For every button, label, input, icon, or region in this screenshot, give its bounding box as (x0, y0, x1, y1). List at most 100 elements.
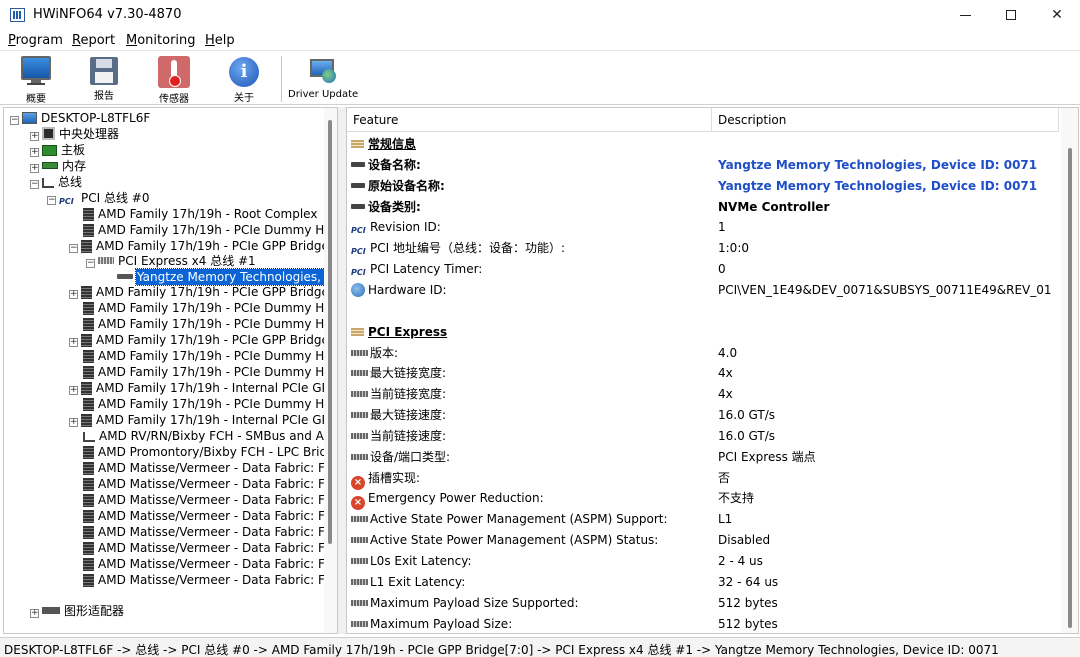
expand-icon[interactable]: + (69, 290, 78, 299)
detail-row[interactable]: L0s Exit Latency: 2 - 4 us (347, 551, 1057, 571)
tree-item-memory[interactable]: + 内存 (30, 158, 87, 174)
tree-item-device[interactable]: + AMD Family 17h/19h - Internal PCIe GPP (69, 380, 337, 396)
report-button[interactable]: 报告 (82, 54, 126, 104)
expand-icon[interactable]: + (69, 386, 78, 395)
menu-report[interactable]: Report (72, 33, 115, 48)
expand-icon[interactable]: + (30, 148, 39, 157)
menu-monitoring[interactable]: Monitoring (126, 33, 196, 48)
detail-row[interactable]: 当前链接速度: 16.0 GT/s (347, 426, 1057, 446)
menu-program[interactable]: Program (8, 33, 63, 48)
tree-item-device[interactable]: AMD Matisse/Vermeer - Data Fabric: Fun (69, 492, 337, 508)
tree-item-device[interactable]: AMD Matisse/Vermeer - Data Fabric: Fun (69, 460, 337, 476)
expand-icon[interactable]: + (30, 609, 39, 618)
section-header[interactable]: PCI Express (347, 322, 1057, 342)
collapse-icon[interactable]: − (86, 259, 95, 268)
detail-row[interactable]: 当前链接宽度: 4x (347, 384, 1057, 404)
tree-item-device[interactable]: + AMD Family 17h/19h - Internal PCIe GPP (69, 412, 337, 428)
tree-item-pcie-bus[interactable]: − PCI Express x4 总线 #1 (86, 253, 257, 269)
detail-row[interactable]: 设备/端口类型: PCI Express 端点 (347, 447, 1057, 467)
tree-scrollbar[interactable] (324, 108, 337, 633)
device-icon (83, 462, 94, 475)
pci-icon: PCI (59, 197, 74, 206)
detail-row[interactable]: 最大链接速度: 16.0 GT/s (347, 405, 1057, 425)
detail-row[interactable]: 版本: 4.0 (347, 343, 1057, 363)
feature-cell: Active State Power Management (ASPM) Sta… (351, 530, 658, 550)
detail-row[interactable]: PCI PCI 地址编号（总线：设备：功能）: 1:0:0 (347, 238, 1057, 258)
detail-row[interactable]: × Emergency Power Reduction: 不支持 (347, 488, 1057, 511)
driver-update-button[interactable]: Driver Update (288, 54, 358, 104)
tree-item-device[interactable]: AMD Matisse/Vermeer - Data Fabric: Fun (69, 540, 337, 556)
detail-row[interactable]: 原始设备名称: Yangtze Memory Technologies, Devi… (347, 176, 1057, 196)
tree-item-device[interactable]: AMD Family 17h/19h - PCIe Dummy Host (69, 222, 337, 238)
pci-icon: PCI (351, 268, 366, 278)
detail-row[interactable]: Maximum Payload Size: 512 bytes (347, 614, 1057, 633)
tree-item-device[interactable]: AMD Family 17h/19h - PCIe Dummy Host (69, 316, 337, 332)
tree-item-bus[interactable]: − 总线 (30, 174, 83, 190)
maximize-icon (1006, 10, 1016, 20)
tree-item-device[interactable]: AMD Promontory/Bixby FCH - LPC Bridge (69, 444, 337, 460)
detail-row[interactable]: Maximum Payload Size Supported: 512 bytes (347, 593, 1057, 613)
detail-row[interactable]: Active State Power Management (ASPM) Sup… (347, 509, 1057, 529)
menu-help[interactable]: Help (205, 33, 235, 48)
tree-item-device[interactable]: AMD Matisse/Vermeer - Data Fabric: Fun (69, 556, 337, 572)
tree-item-device[interactable]: + AMD Family 17h/19h - PCIe GPP Bridge[7 (69, 284, 337, 300)
device-icon (83, 558, 94, 571)
minimize-button[interactable] (942, 0, 988, 30)
tree-item-selected-nvme[interactable]: Yangtze Memory Technologies, D (117, 268, 337, 286)
device-tree[interactable]: − DESKTOP-L8TFL6F + 中央处理器 + 主板 + 内存 − 总线 − PCI… (3, 107, 338, 634)
pane-splitter[interactable] (338, 107, 346, 634)
collapse-icon[interactable]: − (10, 116, 19, 125)
tree-root[interactable]: − DESKTOP-L8TFL6F (10, 110, 151, 126)
details-scrollbar[interactable] (1061, 108, 1078, 633)
column-header-feature[interactable]: Feature (347, 108, 712, 132)
tree-item-device[interactable]: AMD Matisse/Vermeer - Data Fabric: Fun (69, 524, 337, 540)
details-pane[interactable]: Feature Description 常规信息 设备名称: Yangtze Mem… (346, 107, 1079, 634)
tree-item-pci-bus[interactable]: − PCI PCI 总线 #0 (47, 190, 150, 206)
graphics-card-icon (42, 607, 60, 614)
detail-row[interactable]: L1 Exit Latency: 32 - 64 us (347, 572, 1057, 592)
maximize-button[interactable] (988, 0, 1034, 30)
expand-icon[interactable]: + (69, 418, 78, 427)
device-icon (81, 334, 92, 347)
tree-scrollbar-thumb[interactable] (328, 120, 332, 544)
device-icon (83, 494, 94, 507)
tree-item-device[interactable]: AMD Family 17h/19h - PCIe Dummy Host (69, 348, 337, 364)
section-header[interactable]: 常规信息 (347, 134, 1057, 154)
collapse-icon[interactable]: − (47, 196, 56, 205)
tree-item-motherboard[interactable]: + 主板 (30, 142, 86, 158)
close-button[interactable]: ✕ (1034, 0, 1080, 30)
detail-row[interactable]: × 插槽实现: 否 (347, 468, 1057, 490)
detail-row[interactable]: PCI Revision ID: 1 (347, 217, 1057, 237)
tree-item-device[interactable]: − AMD Family 17h/19h - PCIe GPP Bridge[7 (69, 238, 337, 254)
tree-item-device[interactable]: + AMD Family 17h/19h - PCIe GPP Bridge[7 (69, 332, 337, 348)
description-cell: 2 - 4 us (718, 554, 763, 568)
detail-row[interactable]: PCI PCI Latency Timer: 0 (347, 259, 1057, 279)
tree-item-device[interactable]: AMD Family 17h/19h - Root Complex (69, 206, 318, 222)
detail-row[interactable]: 设备名称: Yangtze Memory Technologies, Device… (347, 155, 1057, 175)
tree-item-device[interactable]: AMD Family 17h/19h - PCIe Dummy Host (69, 396, 337, 412)
tree-item-device[interactable]: AMD Family 17h/19h - PCIe Dummy Host (69, 364, 337, 380)
tree-item-device[interactable]: AMD Family 17h/19h - PCIe Dummy Host (69, 300, 337, 316)
detail-row[interactable]: Active State Power Management (ASPM) Sta… (347, 530, 1057, 550)
detail-row[interactable]: 设备类别: NVMe Controller (347, 197, 1057, 217)
tree-item-device[interactable]: AMD Matisse/Vermeer - Data Fabric: Fun (69, 572, 337, 588)
tree-item-cpu[interactable]: + 中央处理器 (30, 126, 120, 142)
about-button[interactable]: i 关于 (222, 54, 266, 104)
summary-button[interactable]: 概要 (14, 54, 58, 105)
collapse-icon[interactable]: − (30, 180, 39, 189)
detail-row[interactable]: Hardware ID: PCI\VEN_1E49&DEV_0071&SUBSYS… (347, 280, 1057, 300)
details-scrollbar-thumb[interactable] (1068, 148, 1072, 628)
thermometer-icon (158, 56, 190, 88)
expand-icon[interactable]: + (30, 164, 39, 173)
memory-icon (42, 162, 58, 169)
tree-item-device[interactable]: AMD Matisse/Vermeer - Data Fabric: Fun (69, 508, 337, 524)
sensors-button[interactable]: 传感器 (152, 54, 196, 105)
collapse-icon[interactable]: − (69, 244, 78, 253)
tree-item-device[interactable]: AMD Matisse/Vermeer - Data Fabric: Fun (69, 476, 337, 492)
expand-icon[interactable]: + (69, 338, 78, 347)
tree-item-device[interactable]: AMD RV/RN/Bixby FCH - SMBus and ACPI (69, 428, 337, 444)
expand-icon[interactable]: + (30, 132, 39, 141)
column-header-description[interactable]: Description (712, 108, 1059, 132)
tree-item-gpu[interactable]: + 图形适配器 (30, 603, 125, 619)
detail-row[interactable]: 最大链接宽度: 4x (347, 363, 1057, 383)
